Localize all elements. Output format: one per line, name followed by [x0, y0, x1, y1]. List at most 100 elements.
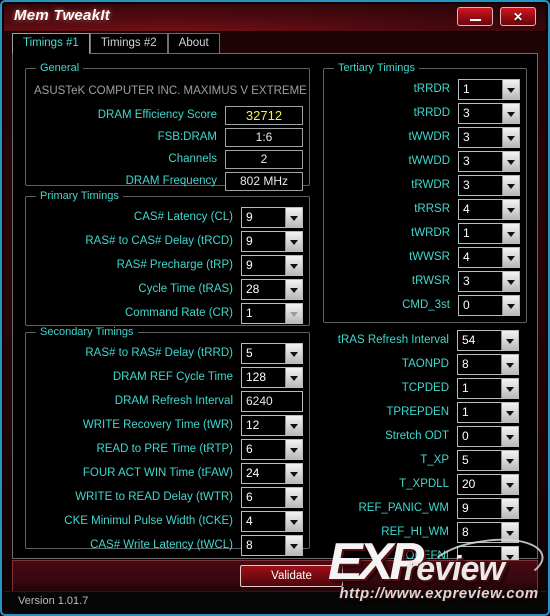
chevron-down-icon[interactable]	[501, 331, 518, 350]
label-tcpded: TCPDED	[401, 382, 449, 394]
tertiary-row-twrdr: tWRDR 1	[332, 223, 520, 245]
combo-taonpd-value: 8	[462, 357, 469, 371]
chevron-down-icon[interactable]	[502, 80, 519, 99]
combo-cas-write-latency[interactable]: 8	[241, 535, 303, 556]
minimize-button[interactable]	[457, 7, 493, 26]
combo-tcpded[interactable]: 1	[457, 378, 519, 399]
primary-row-trp: RAS# Precharge (tRP) 9	[34, 255, 303, 277]
combo-t-xpdll-value: 20	[462, 477, 476, 491]
chevron-down-icon[interactable]	[285, 208, 302, 227]
misc-row-tprepden: TPREPDEN 1	[331, 402, 519, 424]
chevron-down-icon[interactable]	[501, 355, 518, 374]
combo-trwdr[interactable]: 3	[458, 175, 520, 196]
combo-ras-to-ras-delay[interactable]: 5	[241, 343, 303, 364]
combo-trrsr[interactable]: 4	[458, 199, 520, 220]
label-trrdd: tRRDD	[413, 107, 450, 119]
combo-trrdr[interactable]: 1	[458, 79, 520, 100]
title-bar: Mem TweakIt ✕	[4, 4, 546, 32]
label-cycle-time: Cycle Time (tRAS)	[138, 283, 233, 295]
combo-twrdr[interactable]: 1	[458, 223, 520, 244]
chevron-down-icon[interactable]	[285, 416, 302, 435]
group-secondary-title: Secondary Timings	[36, 326, 138, 338]
chevron-down-icon[interactable]	[502, 200, 519, 219]
chevron-down-icon[interactable]	[285, 512, 302, 531]
combo-command-rate[interactable]: 1	[241, 303, 303, 324]
tab-strip: Timings #1 Timings #2 About	[12, 33, 538, 54]
group-general-title: General	[36, 62, 84, 74]
label-fsb-dram: FSB:DRAM	[157, 131, 217, 143]
combo-cke-minimul-pulse-width[interactable]: 4	[241, 511, 303, 532]
chevron-down-icon[interactable]	[501, 523, 518, 542]
close-button[interactable]: ✕	[500, 7, 536, 26]
chevron-down-icon[interactable]	[501, 379, 518, 398]
combo-t-xp[interactable]: 5	[457, 450, 519, 471]
chevron-down-icon[interactable]	[502, 248, 519, 267]
tab-about[interactable]: About	[167, 33, 220, 53]
combo-taonpd[interactable]: 8	[457, 354, 519, 375]
combo-trrdd[interactable]: 3	[458, 103, 520, 124]
chevron-down-icon[interactable]	[501, 403, 518, 422]
chevron-down-icon[interactable]	[501, 499, 518, 518]
tab-timings-1[interactable]: Timings #1	[12, 33, 90, 54]
combo-ref-panic-wm[interactable]: 9	[457, 498, 519, 519]
chevron-down-icon[interactable]	[285, 464, 302, 483]
bottom-bar: Validate	[12, 560, 538, 592]
combo-stretch-odt[interactable]: 0	[457, 426, 519, 447]
combo-write-to-read-delay[interactable]: 6	[241, 487, 303, 508]
mem-tweakit-window: Mem TweakIt ✕ Timings #1 Timings #2 Abou…	[0, 0, 550, 616]
chevron-down-icon[interactable]	[285, 344, 302, 363]
combo-tras-refresh-interval-value: 54	[462, 333, 476, 347]
chevron-down-icon[interactable]	[502, 272, 519, 291]
input-dram-refresh-interval[interactable]: 6240	[241, 391, 303, 412]
combo-trwsr[interactable]: 3	[458, 271, 520, 292]
chevron-down-icon[interactable]	[285, 232, 302, 251]
combo-tprepden[interactable]: 1	[457, 402, 519, 423]
combo-tcpded-value: 1	[462, 381, 469, 395]
tertiary-row-trrdd: tRRDD 3	[332, 103, 520, 125]
chevron-down-icon[interactable]	[502, 224, 519, 243]
combo-ras-to-ras-delay-value: 5	[246, 346, 253, 360]
general-row-dram-efficiency-score: DRAM Efficiency Score 32712	[34, 105, 303, 127]
combo-ras-precharge[interactable]: 9	[241, 255, 303, 276]
label-channels: Channels	[168, 153, 217, 165]
chevron-down-icon[interactable]	[285, 440, 302, 459]
combo-ras-to-cas-delay-value: 9	[246, 234, 253, 248]
chevron-down-icon[interactable]	[501, 475, 518, 494]
combo-tras-refresh-interval[interactable]: 54	[457, 330, 519, 351]
chevron-down-icon[interactable]	[285, 256, 302, 275]
label-four-act-win-time: FOUR ACT WIN Time (tFAW)	[82, 467, 233, 479]
combo-twwsr[interactable]: 4	[458, 247, 520, 268]
combo-cycle-time[interactable]: 28	[241, 279, 303, 300]
chevron-down-icon[interactable]	[285, 368, 302, 387]
chevron-down-icon[interactable]	[502, 296, 519, 315]
combo-twwdd-value: 3	[463, 154, 470, 168]
chevron-down-icon[interactable]	[285, 536, 302, 555]
chevron-down-icon[interactable]	[285, 280, 302, 299]
chevron-down-icon[interactable]	[502, 152, 519, 171]
combo-twwdd[interactable]: 3	[458, 151, 520, 172]
combo-twwdr[interactable]: 3	[458, 127, 520, 148]
chevron-down-icon[interactable]	[502, 128, 519, 147]
combo-tprepden-value: 1	[462, 405, 469, 419]
chevron-down-icon[interactable]	[285, 488, 302, 507]
combo-cmd-3st[interactable]: 0	[458, 295, 520, 316]
chevron-down-icon[interactable]	[501, 427, 518, 446]
tertiary-row-twwdd: tWWDD 3	[332, 151, 520, 173]
value-dram-efficiency-score: 32712	[225, 106, 303, 125]
combo-write-recovery-time[interactable]: 12	[241, 415, 303, 436]
status-bar: Version 1.01.7	[4, 591, 546, 612]
tab-timings-2[interactable]: Timings #2	[89, 33, 168, 53]
combo-cas-latency[interactable]: 9	[241, 207, 303, 228]
combo-read-to-pre-time[interactable]: 6	[241, 439, 303, 460]
combo-ras-to-cas-delay[interactable]: 9	[241, 231, 303, 252]
misc-row-tras-refresh-interval: tRAS Refresh Interval 54	[331, 330, 519, 352]
combo-t-xpdll[interactable]: 20	[457, 474, 519, 495]
combo-ref-hi-wm[interactable]: 8	[457, 522, 519, 543]
chevron-down-icon[interactable]	[502, 104, 519, 123]
chevron-down-icon[interactable]	[501, 451, 518, 470]
combo-dram-ref-cycle-time[interactable]: 128	[241, 367, 303, 388]
validate-button[interactable]: Validate	[240, 565, 343, 587]
chevron-down-icon[interactable]	[502, 176, 519, 195]
tertiary-row-twwdr: tWWDR 3	[332, 127, 520, 149]
combo-four-act-win-time[interactable]: 24	[241, 463, 303, 484]
